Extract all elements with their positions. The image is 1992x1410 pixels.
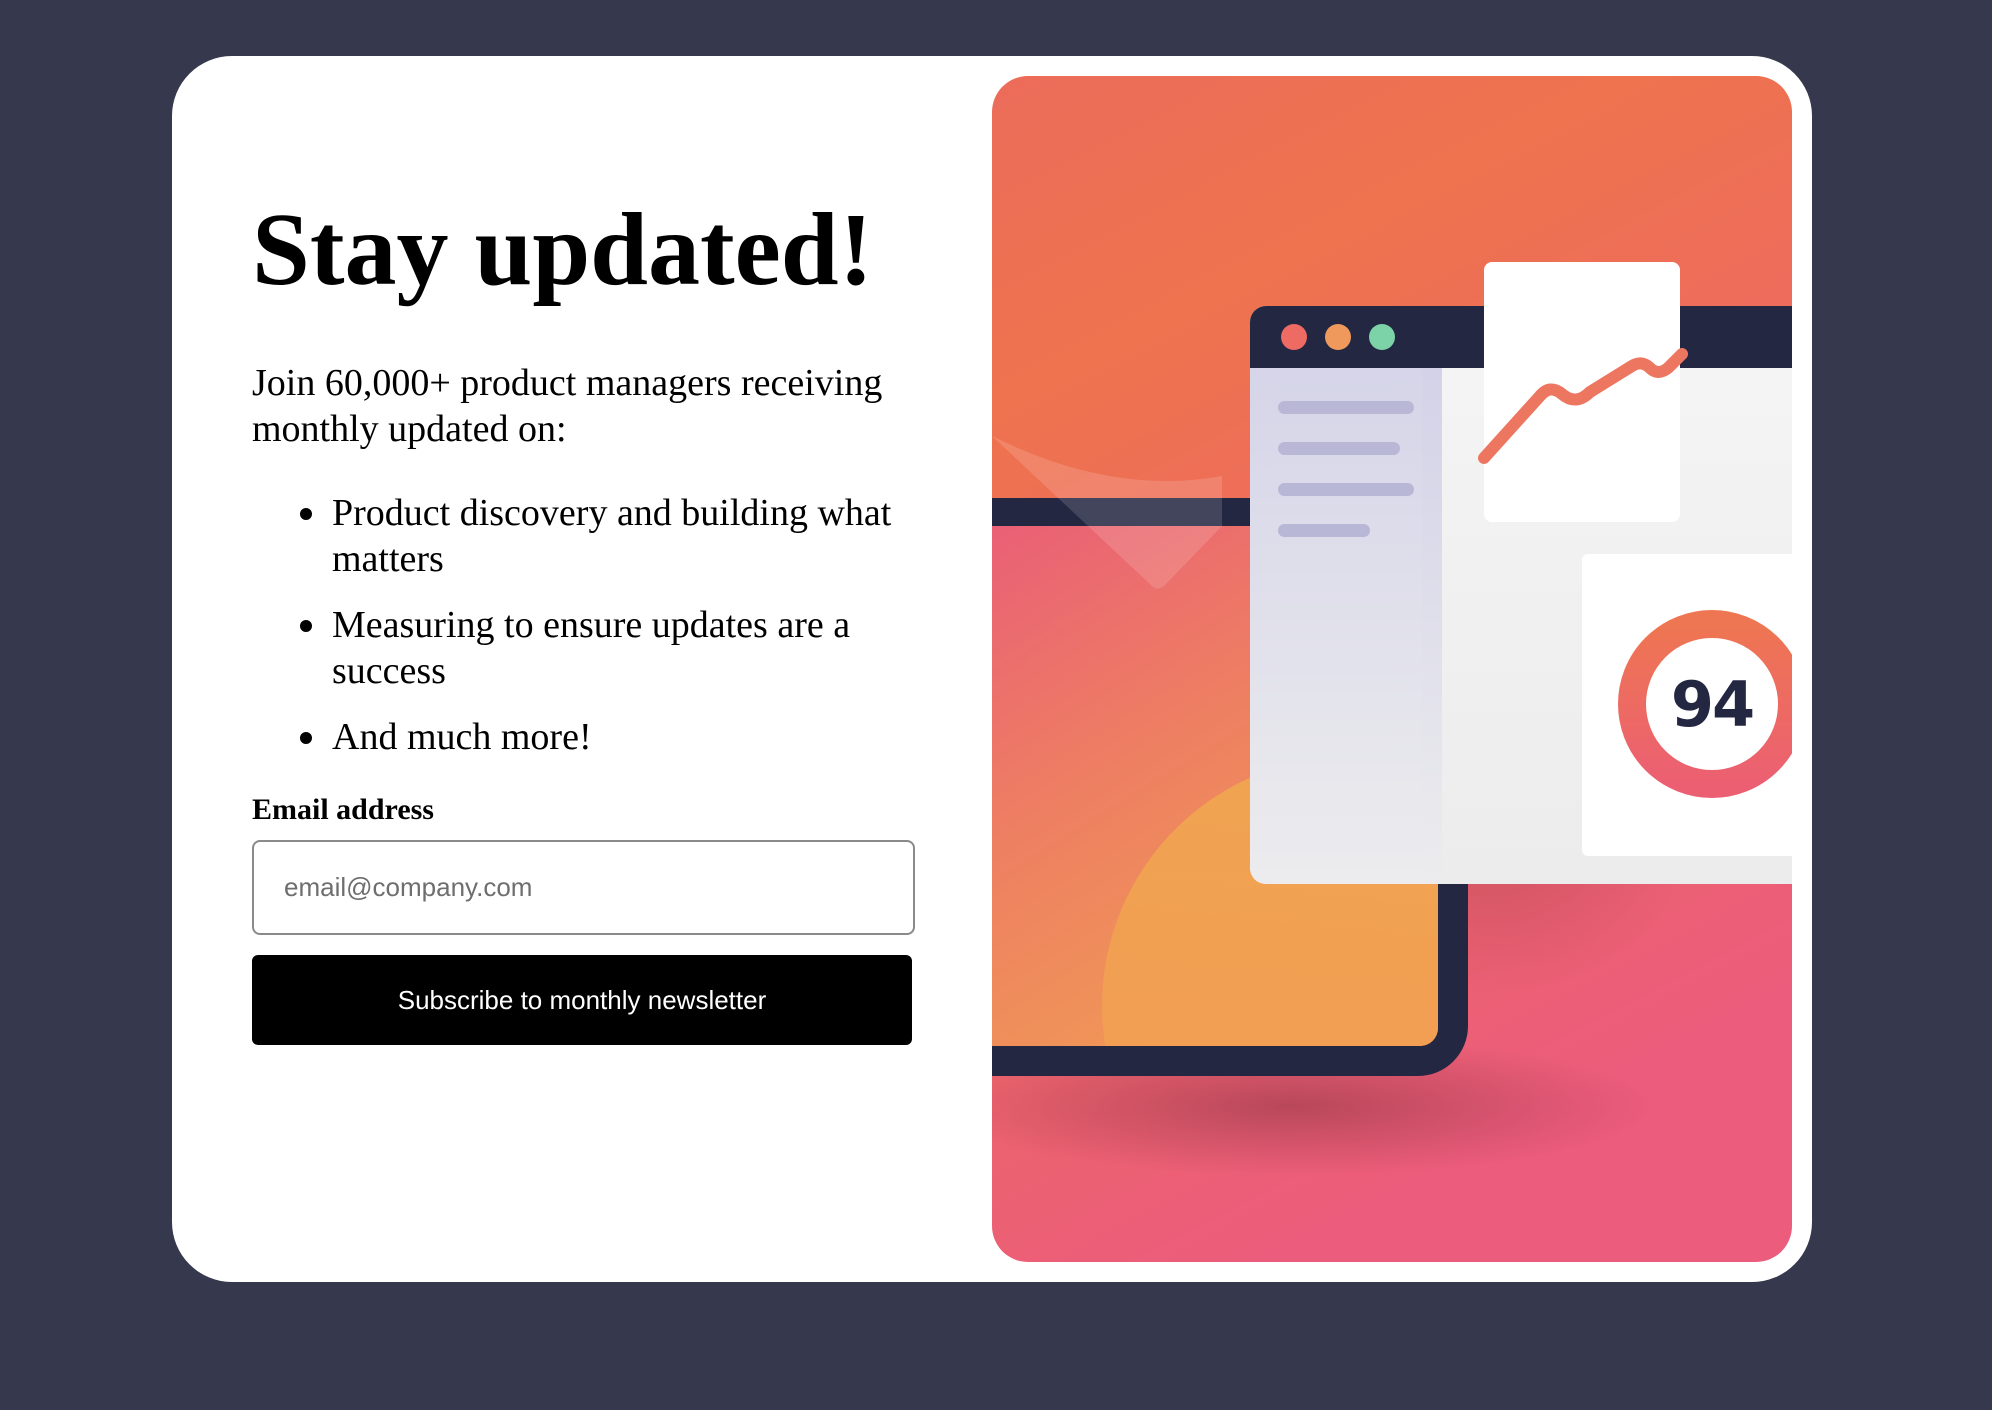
feature-item: Product discovery and building what matt… [300, 490, 972, 582]
feature-item: And much more! [300, 714, 972, 760]
window-dot-orange [1325, 324, 1351, 350]
page-title: Stay updated! [252, 192, 874, 307]
feature-list: Product discovery and building what matt… [252, 490, 972, 760]
score-value: 94 [1671, 668, 1753, 741]
illustration-graphic: 94 [992, 76, 1792, 1262]
signup-card: Stay updated! Join 60,000+ product manag… [172, 56, 1812, 1282]
hero-illustration: 94 [992, 76, 1792, 1262]
window-dot-green [1369, 324, 1395, 350]
window-dot-red [1281, 324, 1307, 350]
email-label: Email address [252, 793, 434, 826]
feature-item: Measuring to ensure updates are a succes… [300, 602, 972, 694]
email-field[interactable] [252, 840, 915, 935]
intro-text: Join 60,000+ product managers receiving … [252, 362, 883, 450]
signup-content: Stay updated! Join 60,000+ product manag… [252, 196, 972, 1045]
subscribe-button[interactable]: Subscribe to monthly newsletter [252, 955, 912, 1045]
